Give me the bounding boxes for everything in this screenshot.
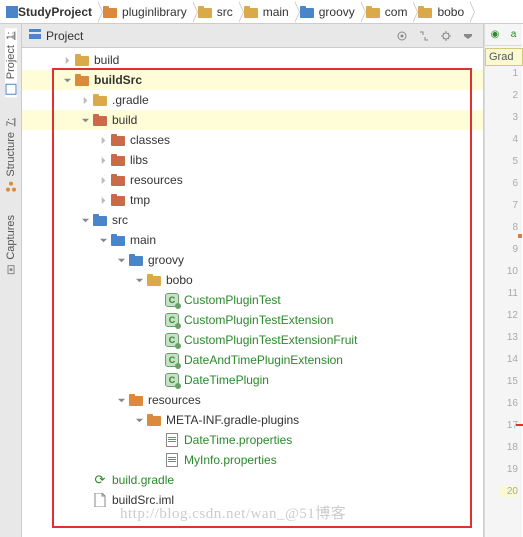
breadcrumb-item[interactable]: bobo bbox=[413, 1, 470, 23]
line-number: 19 bbox=[500, 464, 518, 475]
gutter-action-icon[interactable]: ◉ bbox=[491, 29, 500, 40]
breadcrumb-item[interactable]: src bbox=[193, 1, 239, 23]
tool-tab-project[interactable]: Project1: bbox=[5, 28, 17, 97]
editor-tab[interactable]: Grad bbox=[485, 48, 523, 66]
panel-title: Project bbox=[46, 29, 83, 43]
tree-node-label: main bbox=[130, 233, 156, 247]
line-number: 10 bbox=[500, 266, 518, 277]
tree-node[interactable]: bobo bbox=[22, 270, 483, 290]
editor-gutter: ◉ a Grad 1234567891011121314151617181920 bbox=[484, 24, 522, 537]
tool-tab-captures[interactable]: Captures bbox=[5, 213, 17, 278]
tree-node-label: META-INF.gradle-plugins bbox=[166, 413, 299, 427]
line-number: 1 bbox=[500, 68, 518, 79]
tree-node[interactable]: CCustomPluginTestExtension bbox=[22, 310, 483, 330]
tree-node-label: CustomPluginTestExtensionFruit bbox=[184, 333, 357, 347]
tree-node[interactable]: CCustomPluginTest bbox=[22, 290, 483, 310]
tool-tab-structure[interactable]: Structure7: bbox=[5, 115, 17, 195]
tree-node-label: buildSrc.iml bbox=[112, 493, 174, 507]
breadcrumb-item[interactable]: com bbox=[361, 1, 414, 23]
tree-node[interactable]: buildSrc.iml bbox=[22, 490, 483, 510]
line-number: 2 bbox=[500, 90, 518, 101]
breadcrumb-bar: StudyProjectpluginlibrarysrcmaingroovyco… bbox=[0, 0, 523, 24]
tree-node[interactable]: build bbox=[22, 50, 483, 70]
tree-node[interactable]: classes bbox=[22, 130, 483, 150]
tree-node[interactable]: CDateTimePlugin bbox=[22, 370, 483, 390]
tree-node-label: MyInfo.properties bbox=[184, 453, 277, 467]
tree-node-label: build bbox=[112, 113, 137, 127]
tree-node-label: DateAndTimePluginExtension bbox=[184, 353, 343, 367]
tree-node[interactable]: tmp bbox=[22, 190, 483, 210]
tree-node[interactable]: resources bbox=[22, 170, 483, 190]
tree-node[interactable]: build bbox=[22, 110, 483, 130]
line-number: 7 bbox=[500, 200, 518, 211]
gutter-label: a bbox=[511, 29, 517, 40]
tree-node[interactable]: ⟳build.gradle bbox=[22, 470, 483, 490]
breadcrumb-item[interactable]: pluginlibrary bbox=[98, 1, 193, 23]
tree-node-label: .gradle bbox=[112, 93, 149, 107]
line-number: 6 bbox=[500, 178, 518, 189]
tree-node[interactable]: resources bbox=[22, 390, 483, 410]
caret-marker bbox=[518, 234, 522, 238]
tree-node[interactable]: MyInfo.properties bbox=[22, 450, 483, 470]
line-number: 8 bbox=[500, 222, 518, 233]
project-panel: Project build buildSrc .gradle build classes… bbox=[22, 24, 484, 537]
tree-node-label: classes bbox=[130, 133, 170, 147]
tree-node-label: bobo bbox=[166, 273, 193, 287]
tree-node[interactable]: CCustomPluginTestExtensionFruit bbox=[22, 330, 483, 350]
line-number: 5 bbox=[500, 156, 518, 167]
tree-node-label: groovy bbox=[148, 253, 184, 267]
line-number: 11 bbox=[500, 288, 518, 299]
expand-icon[interactable] bbox=[415, 27, 433, 45]
line-number: 13 bbox=[500, 332, 518, 343]
tree-node-label: DateTime.properties bbox=[184, 433, 292, 447]
tree-node-label: CustomPluginTest bbox=[184, 293, 281, 307]
line-number: 9 bbox=[500, 244, 518, 255]
breadcrumb-item[interactable]: main bbox=[239, 1, 295, 23]
tool-window-strip-left: Project1: Structure7: Captures bbox=[0, 24, 22, 537]
settings-icon[interactable] bbox=[437, 27, 455, 45]
line-number: 14 bbox=[500, 354, 518, 365]
tree-node-label: resources bbox=[130, 173, 183, 187]
project-view-icon bbox=[28, 27, 42, 44]
tree-node-label: tmp bbox=[130, 193, 150, 207]
breadcrumb-item[interactable]: groovy bbox=[295, 1, 361, 23]
line-number: 15 bbox=[500, 376, 518, 387]
tree-node-label: DateTimePlugin bbox=[184, 373, 269, 387]
hide-icon[interactable] bbox=[459, 27, 477, 45]
project-tree[interactable]: build buildSrc .gradle build classes libs reso… bbox=[22, 48, 483, 537]
tree-node-label: build bbox=[94, 53, 119, 67]
line-number: 20 bbox=[500, 486, 518, 497]
tree-node[interactable]: src bbox=[22, 210, 483, 230]
project-panel-header: Project bbox=[22, 24, 483, 48]
breadcrumb-item[interactable]: StudyProject bbox=[2, 1, 98, 23]
tree-node[interactable]: CDateAndTimePluginExtension bbox=[22, 350, 483, 370]
line-number: 4 bbox=[500, 134, 518, 145]
tree-node-label: CustomPluginTestExtension bbox=[184, 313, 333, 327]
tree-node[interactable]: DateTime.properties bbox=[22, 430, 483, 450]
line-number: 16 bbox=[500, 398, 518, 409]
collapse-icon[interactable] bbox=[393, 27, 411, 45]
tree-node[interactable]: main bbox=[22, 230, 483, 250]
tree-node-label: buildSrc bbox=[94, 73, 142, 87]
tree-node-label: build.gradle bbox=[112, 473, 174, 487]
tree-node[interactable]: buildSrc bbox=[22, 70, 483, 90]
tree-node-label: src bbox=[112, 213, 128, 227]
tree-node-label: libs bbox=[130, 153, 148, 167]
line-number: 3 bbox=[500, 112, 518, 123]
tree-node[interactable]: groovy bbox=[22, 250, 483, 270]
line-number: 12 bbox=[500, 310, 518, 321]
tree-node[interactable]: .gradle bbox=[22, 90, 483, 110]
line-number: 18 bbox=[500, 442, 518, 453]
tree-node[interactable]: libs bbox=[22, 150, 483, 170]
tree-node-label: resources bbox=[148, 393, 201, 407]
error-marker bbox=[516, 424, 523, 426]
tree-node[interactable]: META-INF.gradle-plugins bbox=[22, 410, 483, 430]
